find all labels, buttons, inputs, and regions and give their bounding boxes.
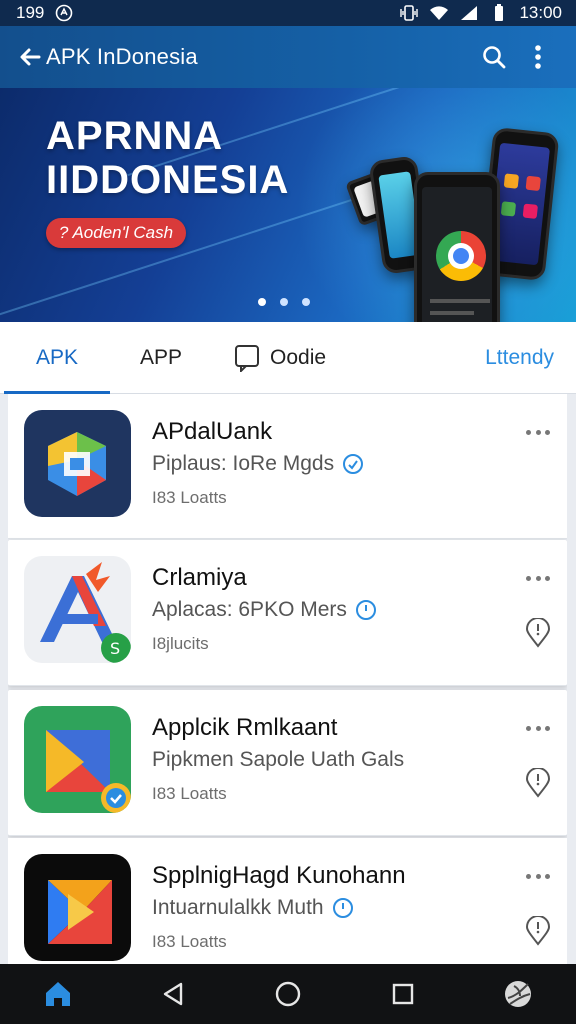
list-item[interactable]: SpplnigHagd Kunohann Intuarnulalkk Muth … xyxy=(8,838,567,964)
banner-cta-button[interactable]: ? Aoden'l Cash xyxy=(46,218,186,248)
triangle-back-icon xyxy=(163,982,182,1006)
app-downloads: I83 Loatts xyxy=(152,932,227,951)
more-options-button[interactable] xyxy=(523,718,553,738)
more-vertical-icon xyxy=(535,45,541,69)
list-item[interactable]: S Crlamiya Aplacas: 6PKO Mers I8jlucits xyxy=(8,540,567,686)
location-pin-icon xyxy=(525,916,551,946)
info-button[interactable] xyxy=(523,618,553,648)
app-subtitle: Pipkmen Sapole Uath Gals xyxy=(152,748,404,772)
app-downloads: I83 Loatts xyxy=(152,784,227,803)
battery-icon xyxy=(489,4,509,22)
verified-icon xyxy=(332,898,353,918)
location-pin-icon xyxy=(525,768,551,798)
signal-icon xyxy=(459,4,479,22)
nav-home-button[interactable] xyxy=(260,966,316,1022)
more-options-button[interactable] xyxy=(523,568,553,588)
category-tabs: APK APP Oodie Lttendy xyxy=(0,322,576,394)
app-subtitle-text: Intuarnulalkk Muth xyxy=(152,896,324,919)
info-button[interactable] xyxy=(523,916,553,946)
verified-icon xyxy=(343,454,364,474)
tab-trending[interactable]: Lttendy xyxy=(485,322,554,394)
app-icon: S xyxy=(24,556,131,663)
tab-apk-label: APK xyxy=(35,345,79,369)
promo-banner[interactable]: APRNNA IIDDONESIA ? Aoden'l Cash xyxy=(0,88,576,322)
carousel-dot[interactable] xyxy=(302,298,310,306)
list-item[interactable]: APdalUank Piplaus: IoRe Mgds I83 Loatts xyxy=(8,394,567,539)
app-subtitle-text: Piplaus: IoRe Mgds xyxy=(152,452,335,475)
tab-app[interactable]: APP xyxy=(140,322,182,394)
carousel-dot[interactable] xyxy=(258,298,266,306)
info-button[interactable] xyxy=(523,768,553,798)
location-pin-icon xyxy=(525,618,551,648)
wifi-icon xyxy=(429,4,449,22)
tab-trending-label: Lttendy xyxy=(485,345,554,369)
app-icon xyxy=(24,410,131,517)
verified-icon xyxy=(355,600,376,620)
circle-home-icon xyxy=(275,981,301,1007)
navigation-bar xyxy=(0,964,576,1024)
search-button[interactable] xyxy=(472,35,516,79)
nav-back-button[interactable] xyxy=(145,966,201,1022)
tab-oodie-label: Oodie xyxy=(270,345,327,369)
carousel-dot[interactable] xyxy=(280,298,288,306)
notification-icon xyxy=(54,4,74,22)
tab-app-label: APP xyxy=(140,345,183,369)
app-bar: APK InDonesia xyxy=(0,26,576,88)
status-bar: 199 13:00 xyxy=(0,0,576,26)
app-icon xyxy=(24,706,131,813)
app-subtitle-text: Aplacas: 6PKO Mers xyxy=(152,598,347,621)
banner-title-line1: APRNNA xyxy=(46,114,224,158)
app-icon xyxy=(24,854,131,961)
home-button[interactable] xyxy=(30,966,86,1022)
app-downloads: I8jlucits xyxy=(152,634,209,653)
carousel-dots xyxy=(258,298,310,306)
app-list: APdalUank Piplaus: IoRe Mgds I83 Loatts … xyxy=(8,394,567,964)
banner-title-line2: IIDDONESIA xyxy=(46,158,290,202)
app-subtitle: Intuarnulalkk Muth xyxy=(152,896,354,920)
app-name: Crlamiya xyxy=(152,564,247,591)
banner-title: APRNNA IIDDONESIA xyxy=(46,114,289,202)
more-options-button[interactable] xyxy=(523,866,553,886)
app-subtitle-text: Pipkmen Sapole Uath Gals xyxy=(152,748,405,771)
overflow-menu-button[interactable] xyxy=(516,35,560,79)
app-subtitle: Aplacas: 6PKO Mers xyxy=(152,598,377,622)
tab-oodie[interactable]: Oodie xyxy=(234,322,326,394)
app-name: APdalUank xyxy=(152,418,273,445)
app-name: SpplnigHagd Kunohann xyxy=(152,862,406,889)
app-subtitle: Piplaus: IoRe Mgds xyxy=(152,452,364,476)
square-recents-icon xyxy=(392,983,414,1005)
vibrate-icon xyxy=(399,4,419,22)
nav-recents-button[interactable] xyxy=(375,966,431,1022)
status-time: 199 xyxy=(16,3,45,22)
tab-apk[interactable]: APK xyxy=(4,322,110,394)
globe-icon xyxy=(505,981,532,1007)
search-icon xyxy=(483,46,506,69)
back-button[interactable] xyxy=(16,43,44,71)
more-options-button[interactable] xyxy=(523,422,553,442)
app-downloads: I83 Loatts xyxy=(152,488,227,507)
home-icon xyxy=(45,982,70,1006)
status-clock: 13:00 xyxy=(519,3,562,22)
app-name: Applcik Rmlkaant xyxy=(152,714,338,741)
svg-text:S: S xyxy=(110,639,120,658)
assistant-button[interactable] xyxy=(490,966,546,1022)
arrow-left-icon xyxy=(20,48,41,66)
chat-bubble-icon xyxy=(235,344,260,372)
list-item[interactable]: Applcik Rmlkaant Pipkmen Sapole Uath Gal… xyxy=(8,690,567,836)
app-title: APK InDonesia xyxy=(46,44,198,69)
